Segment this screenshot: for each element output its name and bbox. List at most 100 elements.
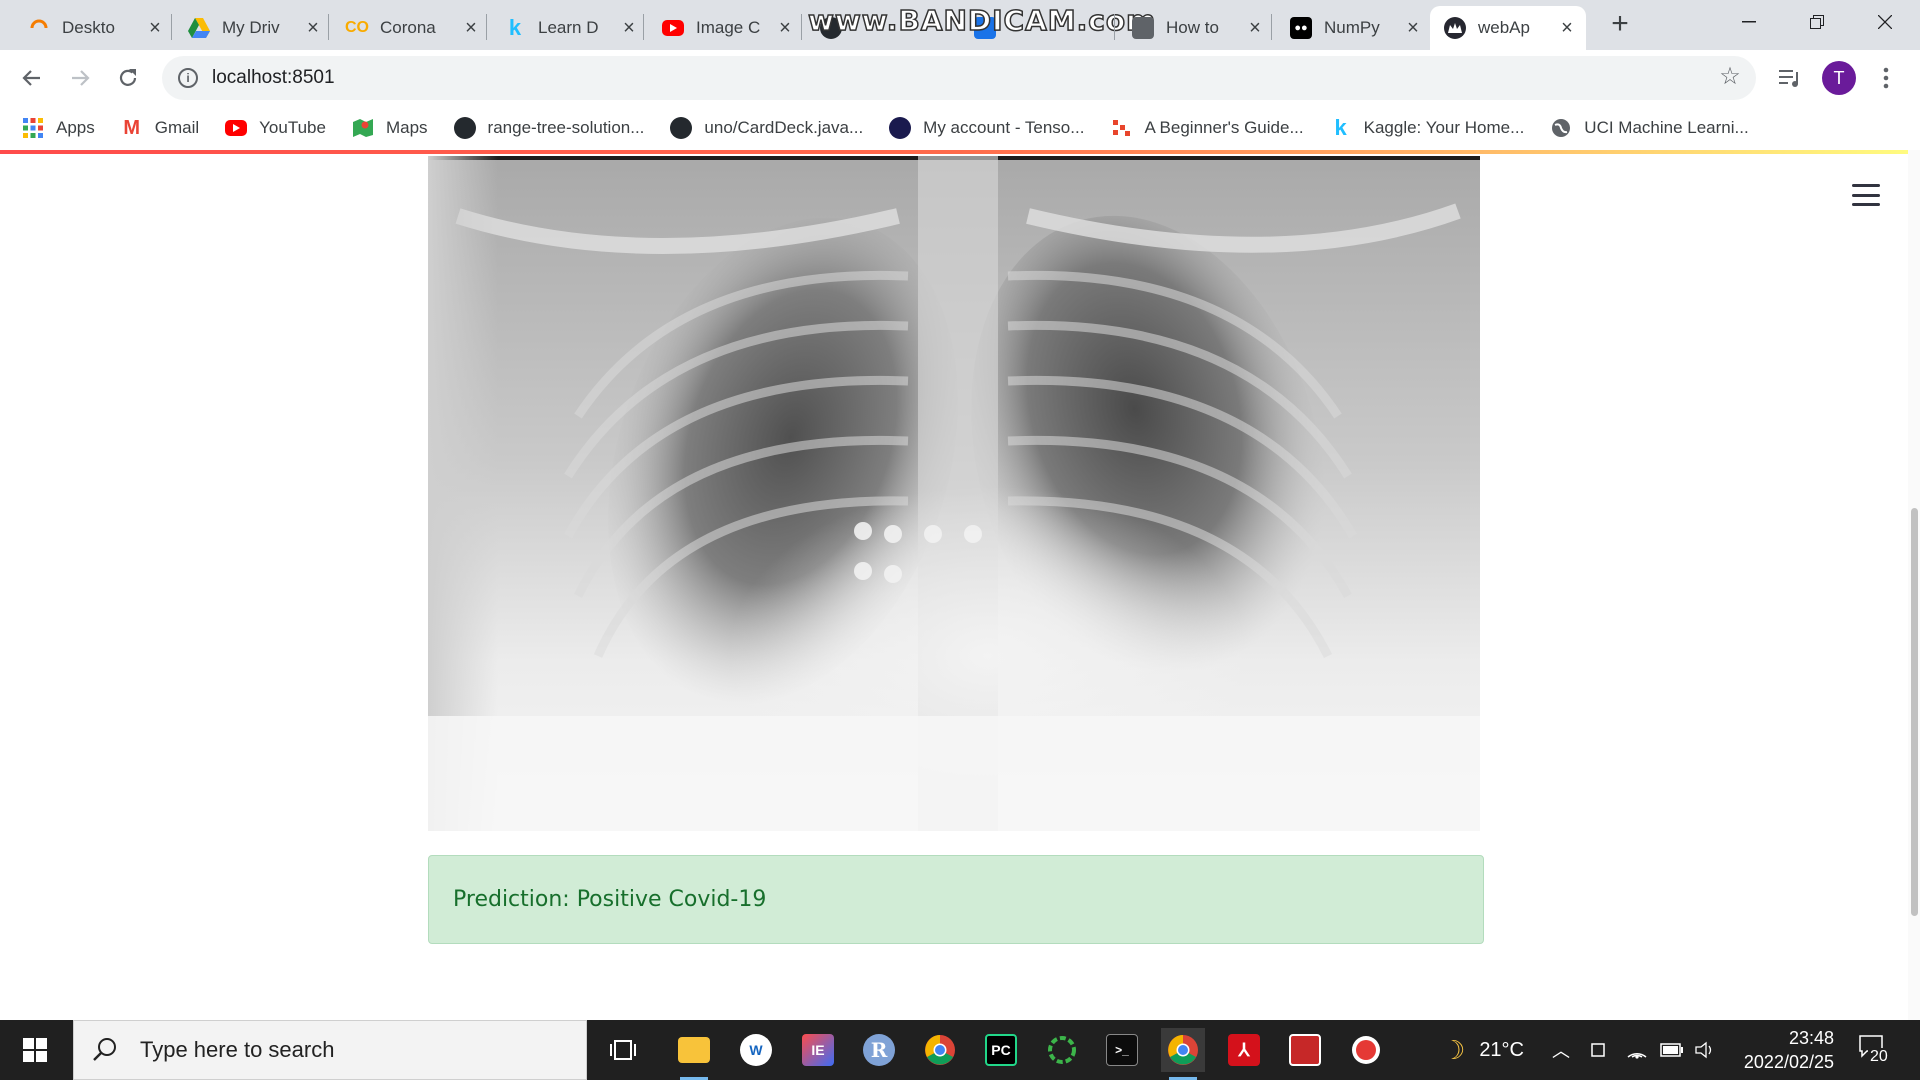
tab-colab[interactable]: CO Corona × <box>332 6 490 50</box>
tab-strip: Deskto × My Driv × CO Corona × k Learn D… <box>0 0 1920 50</box>
document-icon <box>1132 17 1154 39</box>
close-icon[interactable]: × <box>462 18 480 38</box>
minimize-button[interactable] <box>1714 0 1784 44</box>
restore-button[interactable] <box>1782 0 1852 44</box>
tab-separator <box>1114 14 1115 40</box>
record-icon[interactable] <box>1344 1028 1388 1072</box>
close-icon[interactable]: × <box>1404 18 1422 38</box>
terminal-icon[interactable]: >_ <box>1100 1028 1144 1072</box>
spinner-app-icon[interactable] <box>1040 1028 1084 1072</box>
bookmark-my-account[interactable]: My account - Tenso... <box>889 117 1084 139</box>
acrobat-icon[interactable]: ⅄ <box>1222 1028 1266 1072</box>
header-decoration <box>0 150 1920 154</box>
reload-button[interactable] <box>108 58 148 98</box>
close-window-button[interactable] <box>1850 0 1920 44</box>
medium-icon: ●● <box>1290 17 1312 39</box>
task-view-icon[interactable] <box>601 1028 645 1072</box>
intellij-icon[interactable]: IE <box>796 1028 840 1072</box>
chrome-icon[interactable] <box>918 1028 962 1072</box>
google-drive-icon <box>188 17 210 39</box>
wifi-icon[interactable] <box>1626 1020 1648 1080</box>
tab-title: Image C <box>696 18 761 37</box>
close-icon[interactable]: × <box>620 18 638 38</box>
tab-learn[interactable]: k Learn D × <box>490 6 648 50</box>
close-icon[interactable]: × <box>146 18 164 38</box>
browser-toolbar: i localhost:8501 ☆ T <box>0 50 1920 106</box>
tab-separator <box>171 14 172 40</box>
weather-widget[interactable]: ☽ 21°C <box>1442 1020 1524 1080</box>
chevron-up-icon[interactable]: ︿ <box>1552 1020 1570 1080</box>
chrome-active-icon[interactable] <box>1161 1028 1205 1080</box>
clock-time: 23:48 <box>1788 1028 1834 1048</box>
close-icon <box>1878 15 1892 29</box>
bookmark-label: A Beginner's Guide... <box>1144 118 1304 137</box>
bookmark-uci[interactable]: UCI Machine Learni... <box>1550 117 1749 139</box>
pycharm-icon[interactable]: PC <box>979 1028 1023 1072</box>
tab-webapp[interactable]: webAp × <box>1430 6 1586 50</box>
bookmark-gmail[interactable]: M Gmail <box>121 117 199 139</box>
tab-title: Learn D <box>538 18 599 37</box>
file-explorer-icon[interactable] <box>672 1028 716 1080</box>
temperature: 21°C <box>1479 1038 1524 1061</box>
bookmark-youtube[interactable]: YouTube <box>225 118 326 138</box>
search-icon <box>93 1038 116 1061</box>
battery-icon[interactable] <box>1660 1020 1684 1080</box>
r-language-icon[interactable]: R <box>857 1028 901 1072</box>
clock[interactable]: 23:48 2022/02/25 <box>1738 1026 1834 1074</box>
moon-icon: ☽ <box>1442 1034 1466 1065</box>
tab-desktop[interactable]: Deskto × <box>14 6 174 50</box>
close-icon[interactable]: × <box>304 18 322 38</box>
address-bar[interactable]: i localhost:8501 ☆ <box>162 56 1756 100</box>
forward-button[interactable] <box>60 58 100 98</box>
scrollbar-thumb[interactable] <box>1911 508 1918 916</box>
tab-separator <box>801 14 802 40</box>
star-icon[interactable]: ☆ <box>1718 65 1742 90</box>
bookmark-uno[interactable]: uno/CardDeck.java... <box>670 117 863 139</box>
tab-title: Corona <box>380 18 436 37</box>
youtube-icon <box>662 20 684 36</box>
more-menu-icon[interactable] <box>1868 60 1904 96</box>
back-button[interactable] <box>12 58 52 98</box>
media-queue-icon[interactable] <box>1772 60 1808 96</box>
main-menu-button[interactable] <box>1852 184 1880 206</box>
prediction-text: Prediction: Positive Covid-19 <box>453 887 767 912</box>
avatar[interactable]: T <box>1822 61 1856 95</box>
pixel-logo-icon <box>1110 117 1132 139</box>
notifications-button[interactable]: 20 <box>1858 1034 1890 1066</box>
bandicam-watermark: www.BANDICAM.com <box>807 3 1157 38</box>
minimize-icon <box>1742 21 1756 23</box>
url-text[interactable]: localhost:8501 <box>212 67 335 89</box>
matlab-like-icon[interactable] <box>1283 1028 1327 1072</box>
tab-title: My Driv <box>222 18 280 37</box>
volume-icon[interactable] <box>1694 1020 1716 1080</box>
bookmark-maps[interactable]: Maps <box>352 117 428 139</box>
tab-title: Deskto <box>62 18 115 37</box>
github-icon <box>453 117 476 139</box>
bookmark-beginners-guide[interactable]: A Beginner's Guide... <box>1110 117 1304 139</box>
colab-icon: CO <box>345 19 369 36</box>
close-icon[interactable]: × <box>1558 18 1576 38</box>
chest-xray-image <box>428 156 1480 831</box>
windows-logo-icon <box>23 1038 47 1062</box>
taskbar-search[interactable]: Type here to search <box>73 1020 587 1080</box>
tab-how-to[interactable]: How to × <box>1118 6 1274 50</box>
close-icon[interactable]: × <box>1246 18 1264 38</box>
new-tab-button[interactable]: + <box>1605 9 1635 40</box>
bookmark-label: YouTube <box>259 118 326 137</box>
word-blue-icon[interactable]: W <box>734 1028 778 1072</box>
tab-image[interactable]: Image C × <box>648 6 804 50</box>
start-button[interactable] <box>0 1020 70 1080</box>
bookmark-label: My account - Tenso... <box>923 118 1085 137</box>
bookmark-kaggle[interactable]: k Kaggle: Your Home... <box>1330 115 1525 140</box>
hamburger-line <box>1852 193 1880 197</box>
bookmark-apps[interactable]: Apps <box>22 117 95 139</box>
arrow-right-icon <box>72 70 90 86</box>
close-icon[interactable]: × <box>776 18 794 38</box>
bookmark-range-tree[interactable]: range-tree-solution... <box>453 117 644 139</box>
tab-numpy[interactable]: ●● NumPy × <box>1276 6 1432 50</box>
device-icon[interactable] <box>1590 1020 1608 1080</box>
page-viewport: Prediction: Positive Covid-19 <box>0 150 1920 1020</box>
hamburger-line <box>1852 184 1880 187</box>
tab-my-drive[interactable]: My Driv × <box>174 6 332 50</box>
info-icon[interactable]: i <box>178 68 198 88</box>
